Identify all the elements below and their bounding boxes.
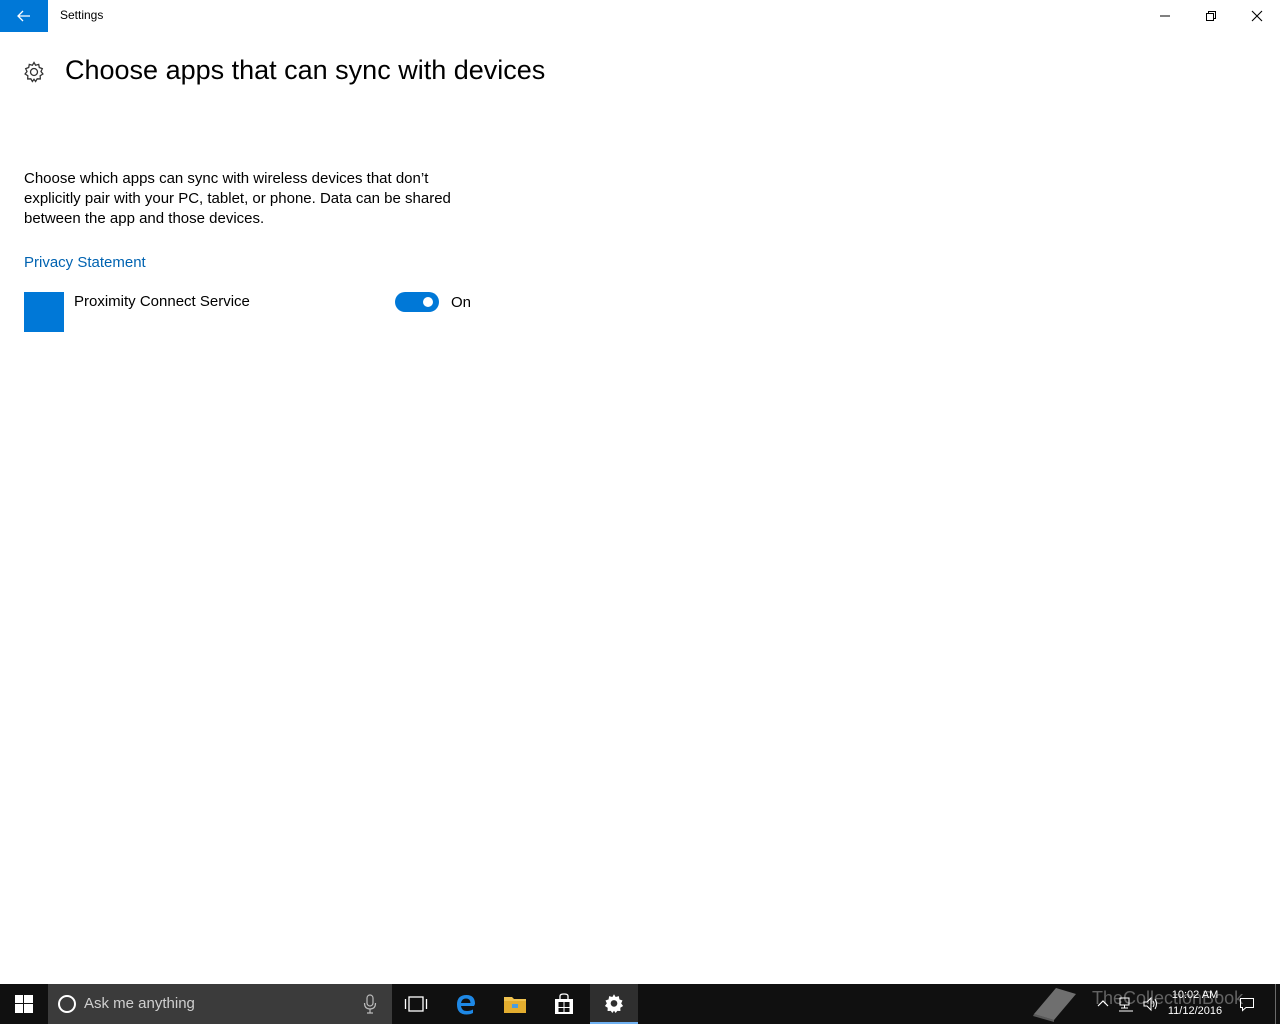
toggle-knob [423, 297, 433, 307]
title-bar: Settings [0, 0, 1280, 32]
network-icon[interactable] [1118, 996, 1134, 1012]
app-row: Proximity Connect Service On [24, 292, 484, 332]
settings-gear-icon [604, 994, 624, 1013]
back-arrow-icon [17, 10, 30, 22]
windows-logo-icon [15, 995, 33, 1013]
store-icon [555, 993, 573, 1014]
restore-button[interactable] [1188, 0, 1234, 32]
store-button[interactable] [540, 984, 588, 1024]
back-button[interactable] [0, 0, 48, 32]
minimize-icon [1160, 15, 1170, 17]
clock-time: 10:02 AM [1171, 989, 1219, 1001]
clock-date: 11/12/2016 [1167, 1005, 1223, 1017]
close-icon [1251, 10, 1263, 22]
minimize-button[interactable] [1142, 0, 1188, 32]
volume-icon[interactable] [1142, 996, 1158, 1012]
show-desktop-button[interactable] [1275, 984, 1276, 1024]
restore-icon [1206, 11, 1216, 21]
action-center-icon[interactable] [1239, 996, 1255, 1012]
microphone-icon[interactable] [362, 994, 378, 1014]
page-title: Choose apps that can sync with devices [65, 55, 546, 85]
app-name: Proximity Connect Service [74, 293, 250, 310]
search-placeholder: Ask me anything [84, 995, 195, 1012]
taskbar: Ask me anything TheCollectionBook 10:02 … [0, 984, 1280, 1024]
toggle-state-label: On [451, 294, 472, 311]
task-view-button[interactable] [392, 984, 440, 1024]
start-button[interactable] [0, 984, 48, 1024]
chevron-up-icon[interactable] [1095, 996, 1111, 1012]
settings-taskbar-button[interactable] [590, 984, 638, 1024]
page-description: Choose which apps can sync with wireless… [24, 170, 451, 227]
watermark-book-icon [1033, 988, 1076, 1022]
close-button[interactable] [1234, 0, 1280, 32]
privacy-statement-link[interactable]: Privacy Statement [24, 254, 146, 271]
app-tile-icon [24, 292, 64, 332]
app-sync-toggle[interactable] [395, 292, 439, 312]
window-title: Settings [60, 8, 104, 22]
task-view-icon [404, 996, 428, 1012]
file-explorer-button[interactable] [491, 984, 539, 1024]
folder-icon [504, 997, 526, 1013]
cortana-search-box[interactable]: Ask me anything [48, 984, 392, 1024]
gear-icon [24, 61, 44, 83]
edge-icon [457, 995, 475, 1015]
settings-window: Settings Choose apps that can sync with … [0, 0, 1280, 984]
edge-button[interactable] [442, 984, 490, 1024]
cortana-icon [58, 995, 76, 1013]
taskbar-clock[interactable]: 10:02 AM 11/12/2016 [1162, 987, 1228, 1019]
